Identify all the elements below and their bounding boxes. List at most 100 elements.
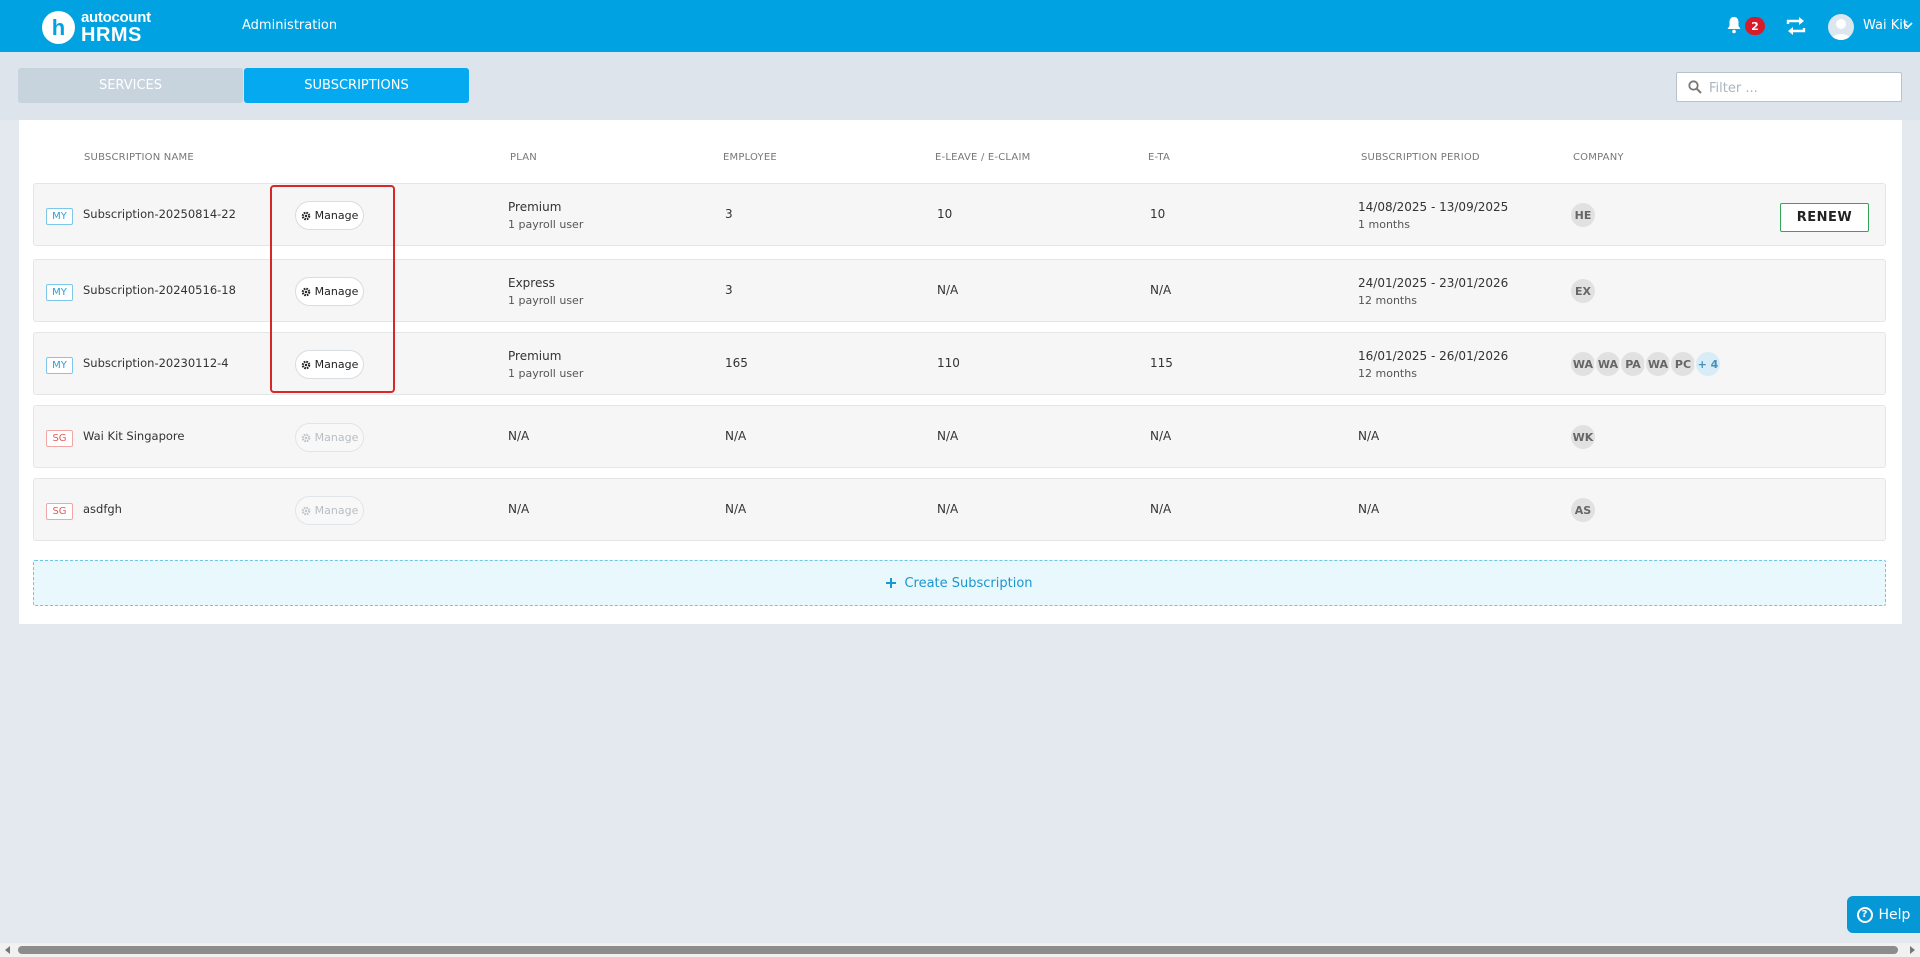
plan-name: Express [508,276,555,290]
table-row: SG Wai Kit Singapore Manage N/A N/A N/A N/A N/A… [33,405,1886,468]
user-name[interactable]: Wai Kit [1863,18,1908,33]
filter-box[interactable] [1676,72,1902,102]
plan-name: Premium [508,200,562,214]
scroll-left-icon[interactable] [5,946,10,954]
subscription-period: N/A [1358,502,1380,516]
switch-account-icon[interactable] [1784,15,1808,37]
subscription-period-length: 1 months [1358,218,1410,231]
scrollbar-thumb[interactable] [18,946,1898,954]
plan-name: N/A [508,502,530,516]
nav-administration[interactable]: Administration [242,18,337,33]
filter-input[interactable] [1709,77,1894,99]
company-avatar[interactable]: WA [1644,350,1672,378]
employee-count: 3 [725,207,733,221]
company-avatars: EX [1569,277,1597,305]
create-subscription-button[interactable]: Create Subscription [33,560,1886,606]
scroll-right-icon[interactable] [1910,946,1915,954]
eta-count: N/A [1150,283,1172,297]
manage-button: Manage [295,423,364,452]
create-subscription-label: Create Subscription [904,575,1033,591]
subscription-period: 14/08/2025 - 13/09/2025 [1358,200,1509,214]
renew-button[interactable]: RENEW [1780,203,1869,232]
subscription-name: Subscription-20250814-22 [83,207,236,221]
country-tag: SG [46,503,73,520]
notification-bell-icon[interactable] [1726,16,1742,34]
column-header-eleave-eclaim: E-LEAVE / E-CLAIM [935,152,1031,163]
tab-services[interactable]: SERVICES [18,68,243,103]
company-avatars: HE [1569,201,1597,229]
employee-count: N/A [725,429,747,443]
help-label: Help [1878,906,1911,923]
subscription-period: N/A [1358,429,1380,443]
eta-count: N/A [1150,429,1172,443]
plan-users: 1 payroll user [508,367,584,380]
manage-label: Manage [314,431,359,444]
eta-count: 115 [1150,356,1173,370]
question-icon: ? [1856,906,1873,923]
gear-icon [301,433,310,442]
logo-top-text: autocount [81,9,151,26]
user-silhouette-icon [1831,19,1851,40]
help-button[interactable]: ? Help [1847,896,1920,933]
notification-count-badge: 2 [1745,17,1765,35]
column-header-plan: PLAN [510,152,537,163]
column-header-subscription-period: SUBSCRIPTION PERIOD [1361,152,1480,163]
company-avatar[interactable]: WA [1594,350,1622,378]
eleave-eclaim-count: N/A [937,429,959,443]
eleave-eclaim-count: N/A [937,283,959,297]
autocount-hrms-logo[interactable]: h autocount HRMS [42,10,151,45]
country-tag: MY [46,284,73,301]
top-navigation-bar: h autocount HRMS Administration 2 Wai Ki… [0,0,1920,52]
company-avatar[interactable]: EX [1569,277,1597,305]
plan-users: 1 payroll user [508,294,584,307]
employee-count: 165 [725,356,748,370]
manage-button: Manage [295,496,364,525]
column-header-employee: EMPLOYEE [723,152,777,163]
company-avatar[interactable]: WA [1569,350,1597,378]
user-avatar[interactable] [1828,14,1854,40]
employee-count: 3 [725,283,733,297]
company-avatar[interactable]: PC [1669,350,1697,378]
company-avatars: WA WA PA WA PC + 4 [1569,350,1722,378]
company-avatar[interactable]: PA [1619,350,1647,378]
table-row: SG asdfgh Manage N/A N/A N/A N/A N/A AS [33,478,1886,541]
horizontal-scrollbar[interactable] [0,943,1920,957]
tab-subscriptions[interactable]: SUBSCRIPTIONS [244,68,469,103]
logo-bottom-text: HRMS [81,24,142,46]
plan-name: N/A [508,429,530,443]
country-tag: SG [46,430,73,447]
subscription-period: 16/01/2025 - 26/01/2026 [1358,349,1509,363]
company-avatar[interactable]: WK [1569,423,1597,451]
subscription-name: Subscription-20230112-4 [83,356,229,370]
company-avatars: AS [1569,496,1597,524]
more-companies-badge[interactable]: + 4 [1694,350,1722,378]
manage-label: Manage [314,504,359,517]
search-icon [1688,80,1702,94]
company-avatars: WK [1569,423,1597,451]
plus-icon [886,578,897,588]
eta-count: N/A [1150,502,1172,516]
column-header-eta: E-TA [1148,152,1170,163]
subscription-period-length: 12 months [1358,294,1417,307]
plan-users: 1 payroll user [508,218,584,231]
employee-count: N/A [725,502,747,516]
country-tag: MY [46,357,73,374]
chevron-down-icon[interactable] [1903,21,1913,29]
gear-icon [301,506,310,515]
company-avatar[interactable]: HE [1569,201,1597,229]
eleave-eclaim-count: 10 [937,207,953,221]
subscription-name: asdfgh [83,502,122,516]
eta-count: 10 [1150,207,1166,221]
eleave-eclaim-count: N/A [937,502,959,516]
manage-buttons-highlight [270,185,395,393]
country-tag: MY [46,208,73,225]
eleave-eclaim-count: 110 [937,356,960,370]
logo-mark-icon: h [42,11,75,44]
subscription-name: Wai Kit Singapore [83,429,185,443]
plan-name: Premium [508,349,562,363]
subscription-period-length: 12 months [1358,367,1417,380]
company-avatar[interactable]: AS [1569,496,1597,524]
column-header-company: COMPANY [1573,152,1624,163]
logo-wordmark: autocount HRMS [81,10,151,45]
column-header-subscription-name: SUBSCRIPTION NAME [84,152,194,163]
